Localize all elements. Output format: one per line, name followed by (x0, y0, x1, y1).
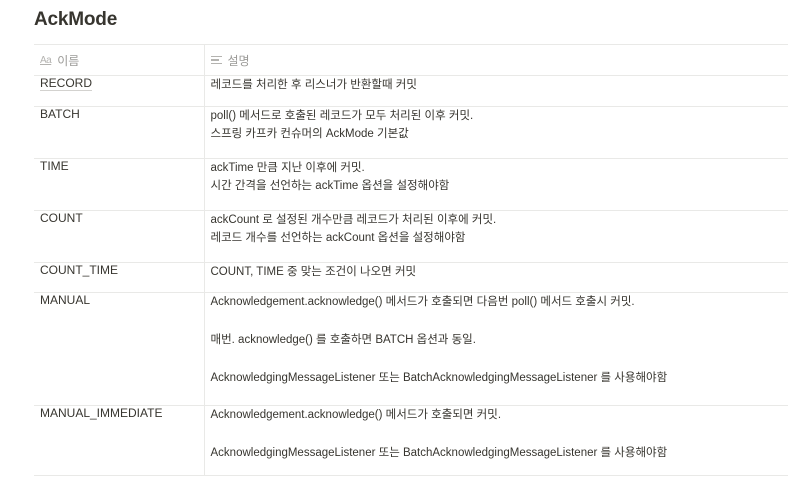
long-text-property-icon (210, 55, 222, 65)
table-row[interactable]: BATCH poll() 메서드로 호출된 레코드가 모두 처리된 이후 커밋.… (34, 106, 788, 159)
description-line: 스프링 카프카 컨슈머의 AckMode 기본값 (210, 128, 409, 140)
table-row[interactable]: COUNT ackCount 로 설정된 개수만큼 레코드가 처리된 이후에 커… (34, 210, 788, 263)
row-name-cell[interactable]: COUNT_TIME (34, 262, 204, 293)
row-description-cell[interactable]: ackTime 만큼 지난 이후에 커밋. 시간 간격을 선언하는 ackTim… (203, 158, 788, 211)
row-name[interactable]: COUNT_TIME (40, 263, 118, 277)
description-line: Acknowledgement.acknowledge() 메서드가 호출되면 … (210, 296, 635, 308)
text-property-icon: Aa (40, 54, 52, 66)
row-name-cell[interactable]: COUNT (34, 210, 204, 263)
table-header-row: Aa 이름 설명 (34, 44, 788, 76)
row-name-cell[interactable]: TIME (34, 158, 204, 211)
row-description-cell[interactable]: ackCount 로 설정된 개수만큼 레코드가 처리된 이후에 커밋. 레코드… (203, 210, 788, 263)
table-row[interactable]: MANUAL_IMMEDIATE Acknowledgement.acknowl… (34, 405, 788, 476)
row-name[interactable]: TIME (40, 159, 69, 173)
table-row[interactable]: TIME ackTime 만큼 지난 이후에 커밋. 시간 간격을 선언하는 a… (34, 158, 788, 211)
row-name[interactable]: BATCH (40, 107, 80, 121)
row-description-cell[interactable]: Acknowledgement.acknowledge() 메서드가 호출되면 … (203, 405, 788, 476)
description-line: Acknowledgement.acknowledge() 메서드가 호출되면 … (210, 409, 502, 421)
page-title: AckMode (34, 9, 118, 30)
column-header-description-label: 설명 (227, 53, 250, 68)
row-description-cell[interactable]: poll() 메서드로 호출된 레코드가 모두 처리된 이후 커밋. 스프링 카… (203, 106, 788, 159)
column-header-name[interactable]: Aa 이름 (34, 44, 204, 76)
description-line: AcknowledgingMessageListener 또는 BatchAck… (210, 447, 668, 459)
row-description-cell[interactable]: 레코드를 처리한 후 리스너가 반환할때 커밋 (203, 75, 788, 107)
description-line: 레코드를 처리한 후 리스너가 반환할때 커밋 (210, 79, 417, 91)
row-name-cell[interactable]: MANUAL (34, 292, 204, 406)
description-line: COUNT, TIME 중 맞는 조건이 나오면 커밋 (210, 266, 417, 278)
database-table: Aa 이름 설명 RECORD 레코드를 처리한 후 리스너가 반환할때 커밋 (34, 44, 788, 476)
row-name[interactable]: MANUAL (40, 293, 90, 307)
row-name[interactable]: COUNT (40, 211, 83, 225)
description-line: ackCount 로 설정된 개수만큼 레코드가 처리된 이후에 커밋. (210, 214, 497, 226)
row-name[interactable]: RECORD (40, 76, 93, 91)
description-line: 레코드 개수를 선언하는 ackCount 옵션을 설정해야함 (210, 232, 466, 244)
column-header-name-label: 이름 (57, 53, 80, 68)
description-line: 매번. acknowledge() 를 호출하면 BATCH 옵션과 동일. (210, 334, 476, 346)
table-row[interactable]: RECORD 레코드를 처리한 후 리스너가 반환할때 커밋 (34, 75, 788, 107)
table-row[interactable]: MANUAL Acknowledgement.acknowledge() 메서드… (34, 292, 788, 406)
row-description-cell[interactable]: Acknowledgement.acknowledge() 메서드가 호출되면 … (203, 292, 788, 406)
page: AckMode Aa 이름 설명 RECORD 레코드를 처리한 후 리스너가 … (0, 0, 790, 482)
row-description-cell[interactable]: COUNT, TIME 중 맞는 조건이 나오면 커밋 (203, 262, 788, 293)
table-row[interactable]: COUNT_TIME COUNT, TIME 중 맞는 조건이 나오면 커밋 (34, 262, 788, 293)
description-line: ackTime 만큼 지난 이후에 커밋. (210, 162, 365, 174)
row-name-cell[interactable]: MANUAL_IMMEDIATE (34, 405, 204, 476)
description-line: AcknowledgingMessageListener 또는 BatchAck… (210, 372, 668, 384)
row-name[interactable]: MANUAL_IMMEDIATE (40, 406, 162, 420)
row-name-cell[interactable]: BATCH (34, 106, 204, 159)
row-name-cell[interactable]: RECORD (34, 75, 204, 107)
description-line: 시간 간격을 선언하는 ackTime 옵션을 설정해야함 (210, 180, 450, 192)
column-header-description[interactable]: 설명 (203, 44, 788, 76)
description-line: poll() 메서드로 호출된 레코드가 모두 처리된 이후 커밋. (210, 110, 474, 122)
